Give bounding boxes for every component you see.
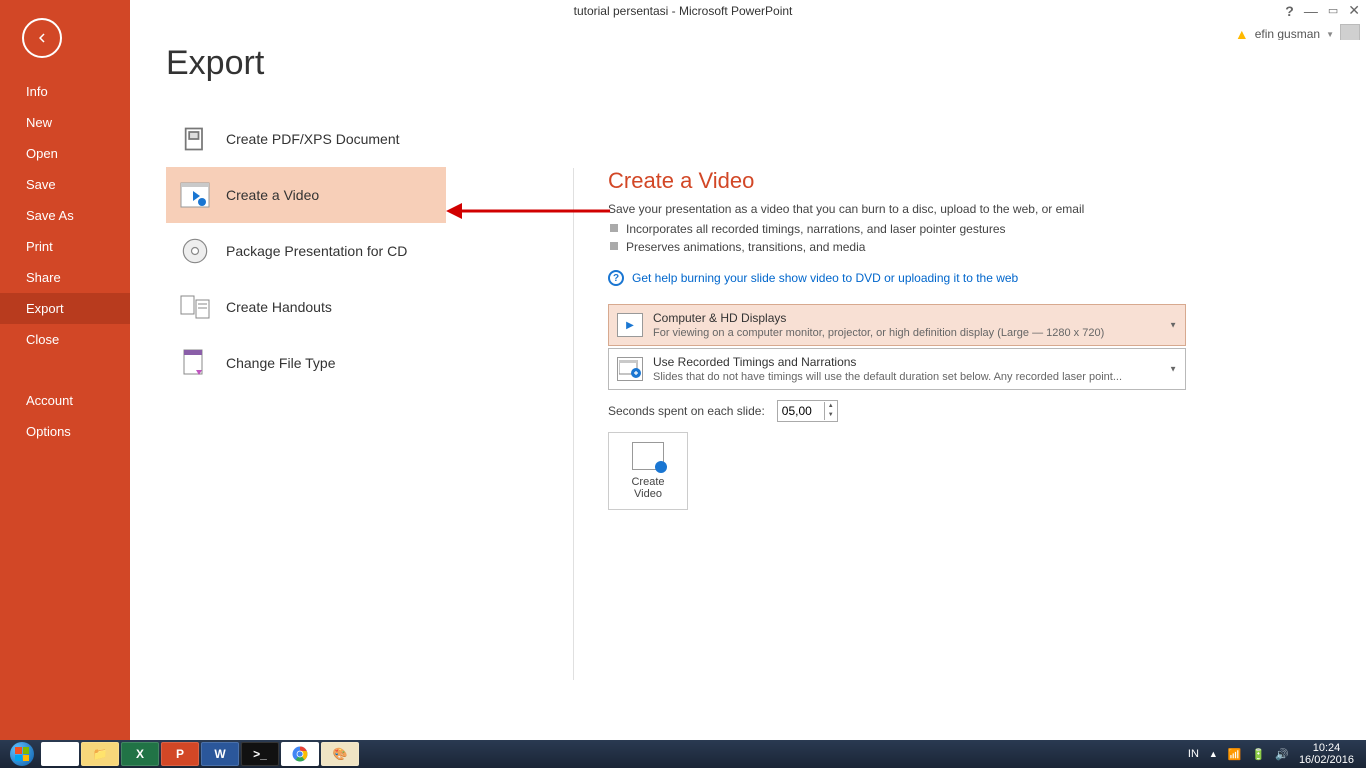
- window-title: tutorial persentasi - Microsoft PowerPoi…: [574, 4, 793, 18]
- tray-network-icon[interactable]: 📶: [1228, 748, 1242, 761]
- export-opt-create-video[interactable]: Create a Video: [166, 167, 446, 223]
- spinner-down-icon[interactable]: ▼: [825, 411, 837, 420]
- page-title: Export: [166, 44, 1366, 83]
- sidebar-item-open[interactable]: Open: [0, 138, 130, 169]
- create-video-label: Create Video: [631, 476, 664, 500]
- taskbar-cmd[interactable]: >_: [241, 742, 279, 766]
- export-type-list: Create PDF/XPS Document Create a Video P…: [166, 111, 446, 391]
- taskbar-chrome[interactable]: [281, 742, 319, 766]
- taskbar-powerpoint[interactable]: P: [161, 742, 199, 766]
- pdf-xps-icon: [178, 122, 212, 156]
- backstage-sidebar: Info New Open Save Save As Print Share E…: [0, 0, 130, 740]
- export-opt-label: Package Presentation for CD: [226, 243, 407, 259]
- chevron-down-icon: ▼: [1169, 321, 1177, 330]
- sidebar-item-save[interactable]: Save: [0, 169, 130, 200]
- detail-bullet: Preserves animations, transitions, and m…: [626, 238, 1336, 256]
- seconds-label: Seconds spent on each slide:: [608, 404, 765, 418]
- start-button[interactable]: [4, 740, 40, 768]
- user-dropdown-icon: ▼: [1326, 30, 1334, 39]
- filetype-icon: [178, 346, 212, 380]
- taskbar-word[interactable]: W: [201, 742, 239, 766]
- display-icon: ▶: [617, 313, 643, 337]
- sidebar-item-close[interactable]: Close: [0, 324, 130, 355]
- detail-bullet: Incorporates all recorded timings, narra…: [626, 220, 1336, 238]
- quality-sub: For viewing on a computer monitor, proje…: [653, 327, 1157, 339]
- timings-icon: [617, 357, 643, 381]
- main-area: Export Create PDF/XPS Document Create a …: [130, 40, 1366, 740]
- create-video-button[interactable]: Create Video: [608, 432, 688, 510]
- tray-clock[interactable]: 10:24 16/02/2016: [1299, 742, 1354, 766]
- tray-lang[interactable]: IN: [1188, 748, 1199, 760]
- restore-icon[interactable]: ▭: [1328, 4, 1338, 17]
- seconds-input[interactable]: [778, 401, 824, 421]
- export-opt-handouts[interactable]: Create Handouts: [166, 279, 446, 335]
- help-row: ? Get help burning your slide show video…: [608, 270, 1336, 286]
- vertical-divider: [573, 168, 574, 680]
- export-opt-label: Create PDF/XPS Document: [226, 131, 400, 147]
- titlebar: tutorial persentasi - Microsoft PowerPoi…: [0, 0, 1366, 26]
- taskbar-explorer[interactable]: 📁: [81, 742, 119, 766]
- tray-battery-icon[interactable]: 🔋: [1252, 748, 1266, 761]
- close-icon[interactable]: ✕: [1348, 2, 1360, 19]
- sidebar-item-options[interactable]: Options: [0, 416, 130, 447]
- handouts-icon: [178, 290, 212, 324]
- create-video-icon: [632, 442, 664, 470]
- detail-title: Create a Video: [608, 168, 1336, 194]
- tray-volume-icon[interactable]: 🔊: [1275, 748, 1289, 761]
- detail-desc: Save your presentation as a video that y…: [608, 202, 1336, 216]
- sidebar-item-account[interactable]: Account: [0, 385, 130, 416]
- taskbar-excel[interactable]: X: [121, 742, 159, 766]
- chevron-down-icon: ▼: [1169, 365, 1177, 374]
- detail-bullets: Incorporates all recorded timings, narra…: [608, 220, 1336, 256]
- video-icon: [178, 178, 212, 212]
- taskbar-app-grid[interactable]: [41, 742, 79, 766]
- tray-chevron-up-icon[interactable]: ▲: [1209, 749, 1218, 759]
- export-opt-label: Create Handouts: [226, 299, 332, 315]
- sidebar-item-new[interactable]: New: [0, 107, 130, 138]
- help-icon[interactable]: ?: [1285, 3, 1294, 19]
- sidebar-item-print[interactable]: Print: [0, 231, 130, 262]
- export-opt-label: Change File Type: [226, 355, 335, 371]
- sidebar-item-share[interactable]: Share: [0, 262, 130, 293]
- export-opt-package-cd[interactable]: Package Presentation for CD: [166, 223, 446, 279]
- sidebar-item-export[interactable]: Export: [0, 293, 130, 324]
- export-detail-panel: Create a Video Save your presentation as…: [608, 168, 1336, 510]
- back-button[interactable]: [22, 18, 62, 58]
- info-icon: ?: [608, 270, 624, 286]
- cd-icon: [178, 234, 212, 268]
- help-link[interactable]: Get help burning your slide show video t…: [632, 271, 1018, 285]
- export-opt-pdf-xps[interactable]: Create PDF/XPS Document: [166, 111, 446, 167]
- system-tray: IN ▲ 📶 🔋 🔊 10:24 16/02/2016: [1188, 742, 1362, 766]
- sidebar-item-info[interactable]: Info: [0, 76, 130, 107]
- window-controls: ? — ▭ ✕: [1285, 2, 1360, 19]
- taskbar-paint[interactable]: 🎨: [321, 742, 359, 766]
- export-opt-change-filetype[interactable]: Change File Type: [166, 335, 446, 391]
- seconds-row: Seconds spent on each slide: ▲ ▼: [608, 400, 1336, 422]
- back-arrow-icon: [33, 29, 51, 47]
- taskbar: 📁 X P W >_ 🎨 IN ▲ 📶 🔋 🔊 10:24 16/02/2016: [0, 740, 1366, 768]
- timings-title: Use Recorded Timings and Narrations: [653, 355, 1157, 369]
- spinner-up-icon[interactable]: ▲: [825, 402, 837, 411]
- seconds-spinner[interactable]: ▲ ▼: [777, 400, 838, 422]
- user-name: efin gusman: [1255, 27, 1320, 41]
- timings-sub: Slides that do not have timings will use…: [653, 371, 1157, 383]
- minimize-icon[interactable]: —: [1304, 3, 1318, 19]
- quality-dropdown[interactable]: ▶ Computer & HD Displays For viewing on …: [608, 304, 1186, 346]
- timings-dropdown[interactable]: Use Recorded Timings and Narrations Slid…: [608, 348, 1186, 390]
- sidebar-item-saveas[interactable]: Save As: [0, 200, 130, 231]
- export-opt-label: Create a Video: [226, 187, 319, 203]
- quality-title: Computer & HD Displays: [653, 311, 1157, 325]
